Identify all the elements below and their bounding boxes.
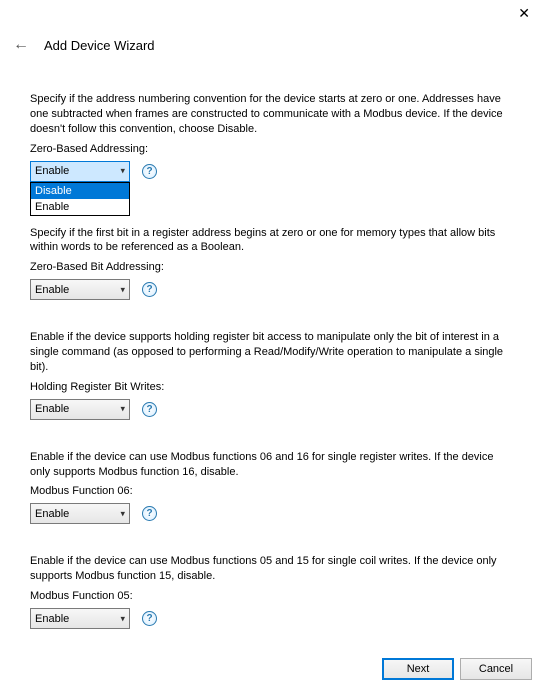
zero-bit-combobox[interactable]: Enable ▾ (30, 279, 130, 300)
func06-description: Enable if the device can use Modbus func… (30, 450, 514, 480)
zero-bit-value: Enable (35, 284, 69, 296)
func06-label: Modbus Function 06: (30, 485, 514, 497)
zero-bit-description: Specify if the first bit in a register a… (30, 226, 514, 256)
zero-addr-option-disable[interactable]: Disable (31, 183, 129, 199)
close-icon[interactable]: ✕ (518, 6, 530, 20)
holding-reg-description: Enable if the device supports holding re… (30, 330, 514, 375)
zero-addr-description: Specify if the address numbering convent… (30, 92, 514, 137)
chevron-down-icon: ▾ (120, 404, 125, 415)
holding-reg-label: Holding Register Bit Writes: (30, 381, 514, 393)
holding-reg-combobox[interactable]: Enable ▾ (30, 399, 130, 420)
func06-value: Enable (35, 508, 69, 520)
help-icon[interactable]: ? (142, 164, 157, 179)
chevron-down-icon: ▾ (120, 508, 125, 519)
zero-addr-label: Zero-Based Addressing: (30, 143, 514, 155)
func05-description: Enable if the device can use Modbus func… (30, 554, 514, 584)
help-icon[interactable]: ? (142, 506, 157, 521)
func05-combobox[interactable]: Enable ▾ (30, 608, 130, 629)
cancel-button[interactable]: Cancel (460, 658, 532, 680)
page-title: Add Device Wizard (44, 38, 155, 53)
chevron-down-icon: ▾ (120, 166, 125, 177)
zero-bit-label: Zero-Based Bit Addressing: (30, 261, 514, 273)
func05-label: Modbus Function 05: (30, 590, 514, 602)
zero-addr-value: Enable (35, 165, 69, 177)
zero-addr-combobox[interactable]: Enable ▾ (30, 161, 130, 182)
back-arrow-icon[interactable]: ← (12, 36, 30, 54)
next-button[interactable]: Next (382, 658, 454, 680)
help-icon[interactable]: ? (142, 402, 157, 417)
chevron-down-icon: ▾ (120, 284, 125, 295)
chevron-down-icon: ▾ (120, 613, 125, 624)
func06-combobox[interactable]: Enable ▾ (30, 503, 130, 524)
zero-addr-option-enable[interactable]: Enable (31, 199, 129, 215)
zero-addr-dropdown[interactable]: Disable Enable (30, 182, 130, 216)
holding-reg-value: Enable (35, 403, 69, 415)
help-icon[interactable]: ? (142, 611, 157, 626)
func05-value: Enable (35, 613, 69, 625)
help-icon[interactable]: ? (142, 282, 157, 297)
